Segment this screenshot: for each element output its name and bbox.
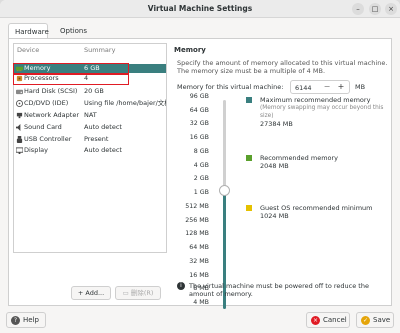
save-button[interactable]: ✓ Save	[356, 312, 394, 328]
device-name: Hard Disk (SCSI)	[24, 87, 78, 95]
device-name: CD/DVD (IDE)	[24, 99, 69, 107]
device-row-display[interactable]: Display Auto detect	[14, 146, 166, 155]
column-device[interactable]: Device	[17, 46, 39, 54]
device-row-sound-card[interactable]: Sound Card Auto detect	[14, 123, 166, 132]
title-bar: Virtual Machine Settings – □ ×	[0, 0, 400, 18]
legend-max-value: 27384 MB	[260, 120, 293, 128]
memory-unit: MB	[355, 83, 366, 91]
device-summary: NAT	[84, 111, 97, 119]
device-summary: 20 GB	[84, 87, 104, 95]
memory-tick-label: 4 GB	[193, 161, 209, 169]
decrement-button[interactable]: −	[321, 82, 333, 91]
cancel-label: Cancel	[323, 316, 347, 324]
device-name: Display	[24, 146, 48, 154]
legend-max-label: Maximum recommended memory	[260, 96, 371, 104]
memory-tick-label: 1 GB	[193, 189, 209, 197]
device-list: Device Summary Memory 6 GB Processors 4 …	[13, 43, 167, 253]
info-icon: i	[177, 282, 185, 290]
usb-icon	[16, 136, 23, 143]
device-row-hard-disk[interactable]: Hard Disk (SCSI) 20 GB	[14, 87, 166, 96]
highlight-box-processors	[13, 74, 129, 85]
remove-device-button[interactable]: ▭ 删除(R)	[115, 286, 161, 300]
close-button[interactable]: ×	[385, 3, 397, 15]
legend-swatch-guest-min	[246, 205, 252, 211]
memory-spinbutton[interactable]: 6144 − +	[290, 80, 350, 94]
device-row-cd-dvd[interactable]: CD/DVD (IDE) Using file /home/bajer/文档	[14, 99, 166, 108]
save-icon: ✓	[361, 316, 370, 325]
memory-field-label: Memory for this virtual machine:	[177, 83, 284, 91]
remove-label: 删除(R)	[130, 289, 154, 297]
network-icon	[16, 112, 23, 119]
settings-window: Virtual Machine Settings – □ × Hardware …	[0, 0, 400, 333]
device-summary: Using file /home/bajer/文档	[84, 99, 166, 107]
note-text: The virtual machine must be powered off …	[189, 282, 369, 298]
memory-tick-label: 64 GB	[189, 106, 209, 114]
device-summary: Auto detect	[84, 146, 122, 154]
memory-tick-label: 32 MB	[189, 257, 209, 265]
memory-tick-label: 512 MB	[185, 202, 209, 210]
device-row-usb-controller[interactable]: USB Controller Present	[14, 135, 166, 144]
memory-tick-label: 8 GB	[193, 147, 209, 155]
memory-tick-label: 96 GB	[189, 93, 209, 100]
add-label: Add...	[85, 289, 105, 297]
device-row-network-adapter[interactable]: Network Adapter NAT	[14, 111, 166, 120]
legend-swatch-max	[246, 97, 252, 103]
highlight-box-memory	[13, 63, 129, 74]
memory-field-row: Memory for this virtual machine: 6144 − …	[177, 80, 392, 94]
cd-dvd-icon	[16, 100, 23, 107]
save-label: Save	[373, 316, 391, 324]
window-title: Virtual Machine Settings	[147, 4, 253, 13]
tab-hardware[interactable]: Hardware	[8, 23, 49, 39]
help-icon: ?	[11, 316, 20, 325]
sound-icon	[16, 124, 21, 131]
memory-slider-thumb[interactable]	[219, 184, 230, 196]
display-icon	[16, 147, 23, 154]
device-name: Sound Card	[24, 123, 62, 131]
memory-scale: 96 GB 64 GB 32 GB 16 GB 8 GB 4 GB 2 GB 1 GB 512 …	[177, 93, 209, 309]
legend-recommended-value: 2048 MB	[260, 162, 289, 170]
hardware-panel: Device Summary Memory 6 GB Processors 4 …	[8, 38, 392, 309]
legend-swatch-recommended	[246, 155, 252, 161]
minimize-button[interactable]: –	[352, 3, 364, 15]
tab-options[interactable]: Options	[54, 23, 92, 39]
legend-recommended-label: Recommended memory	[260, 154, 339, 162]
column-summary[interactable]: Summary	[84, 46, 115, 54]
device-list-header: Device Summary	[14, 44, 166, 54]
maximize-button[interactable]: □	[369, 3, 381, 15]
memory-tick-label: 256 MB	[185, 216, 209, 224]
memory-tick-label: 128 MB	[185, 230, 209, 238]
cancel-icon: ×	[311, 316, 320, 325]
device-buttons: + Add... ▭ 删除(R)	[13, 286, 167, 300]
device-name: Network Adapter	[24, 111, 79, 119]
memory-description: Specify the amount of memory allocated t…	[177, 59, 388, 75]
hard-disk-icon	[16, 89, 23, 95]
memory-tick-label: 32 GB	[189, 120, 209, 128]
memory-tick-label: 64 MB	[189, 244, 209, 252]
section-title: Memory	[174, 46, 206, 54]
legend-guest-min-label: Guest OS recommended minimum	[260, 204, 373, 212]
trash-icon: ▭	[122, 289, 131, 297]
help-label: Help	[23, 316, 39, 324]
memory-tick-label: 4 MB	[193, 299, 209, 306]
increment-button[interactable]: +	[335, 82, 347, 91]
legend-max-sub: (Memory swapping may occur beyond this s…	[260, 105, 384, 119]
help-button[interactable]: ? Help	[6, 312, 46, 328]
device-name: USB Controller	[24, 135, 72, 143]
legend-guest-min-value: 1024 MB	[260, 212, 289, 220]
device-summary: Present	[84, 135, 109, 143]
memory-tick-label: 16 MB	[189, 271, 209, 279]
memory-value[interactable]: 6144	[295, 84, 312, 92]
memory-tick-label: 2 GB	[193, 175, 209, 183]
memory-tick-label: 16 GB	[189, 134, 209, 142]
cancel-button[interactable]: × Cancel	[306, 312, 350, 328]
add-device-button[interactable]: + Add...	[71, 286, 111, 300]
device-summary: Auto detect	[84, 123, 122, 131]
